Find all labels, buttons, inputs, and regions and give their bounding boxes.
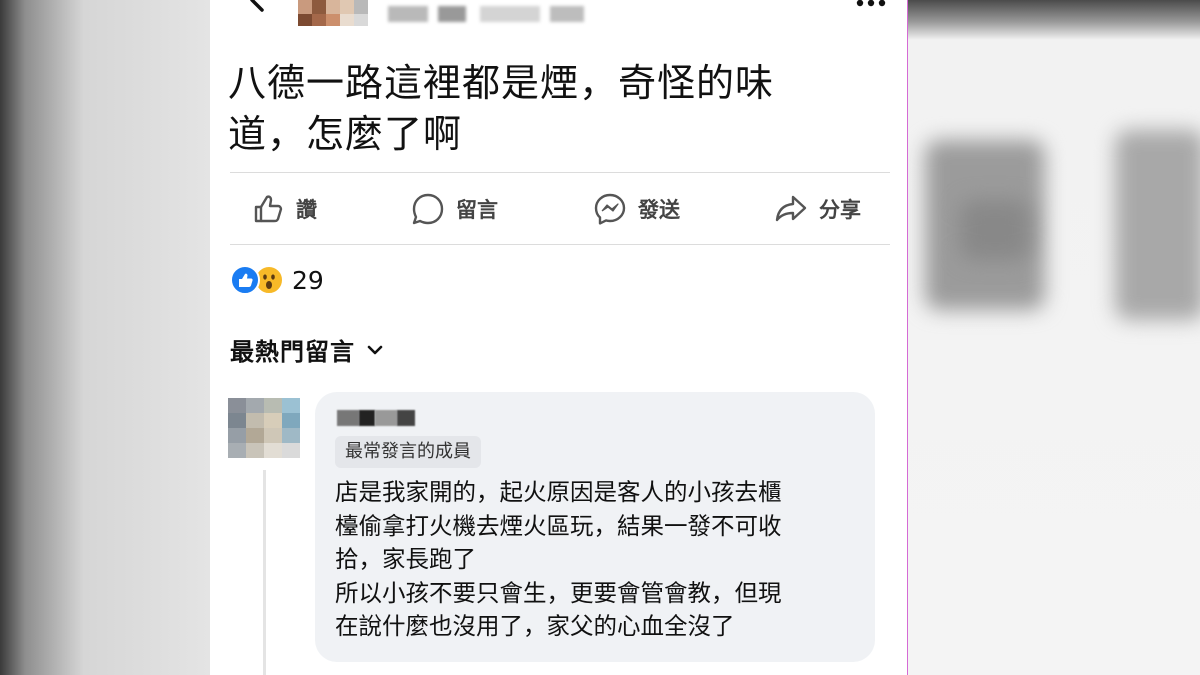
send-button[interactable]: 發送 xyxy=(592,174,680,244)
comment-text-line: 所以小孩不要只會生，更要會管會教，但現 xyxy=(335,578,782,607)
background-blur-shape xyxy=(960,200,1030,260)
like-button[interactable]: 讚 xyxy=(250,174,317,244)
messenger-icon xyxy=(594,193,626,225)
background-left xyxy=(0,0,210,675)
divider xyxy=(230,172,890,173)
send-label: 發送 xyxy=(638,198,680,222)
author-name-redacted xyxy=(480,6,540,22)
comment-button[interactable]: 留言 xyxy=(410,174,498,244)
post-text-line: 道，怎麼了啊 xyxy=(228,112,463,156)
comment-text-line: 拾，家長跑了 xyxy=(335,545,476,573)
thread-line xyxy=(263,470,266,675)
commenter-avatar[interactable] xyxy=(228,398,300,458)
author-name-redacted xyxy=(388,6,428,22)
post-text: 八德一路這裡都是煙，奇怪的味 道，怎麼了啊 xyxy=(228,58,868,160)
top-bar xyxy=(210,0,907,26)
share-label: 分享 xyxy=(819,198,861,222)
author-name-redacted xyxy=(550,6,584,22)
background-right xyxy=(908,0,1200,675)
top-contributor-badge: 最常發言的成員 xyxy=(335,436,481,468)
comments-sort-label: 最熱門留言 xyxy=(230,338,355,366)
share-button[interactable]: 分享 xyxy=(773,174,861,244)
reaction-count: 29 xyxy=(292,265,324,295)
commenter-name-redacted[interactable] xyxy=(337,408,415,426)
post-actions: 讚 留言 發送 分享 xyxy=(230,174,890,244)
back-icon[interactable] xyxy=(242,0,272,16)
comment-icon xyxy=(412,193,444,225)
share-icon xyxy=(775,195,807,222)
reactions-summary[interactable]: 29 xyxy=(230,264,324,296)
comment-text-line: 檯偷拿打火機去煙火區玩，結果一發不可收 xyxy=(335,511,782,540)
like-label: 讚 xyxy=(296,198,317,222)
comments-sort-dropdown[interactable]: 最熱門留言 xyxy=(230,332,385,367)
like-reaction-icon xyxy=(230,265,260,295)
comment-label: 留言 xyxy=(456,198,498,222)
comment-text-line: 店是我家開的，起火原因是客人的小孩去櫃 xyxy=(335,478,782,506)
divider xyxy=(230,244,890,245)
phone-screen: 八德一路這裡都是煙，奇怪的味 道，怎麼了啊 讚 留言 發送 分享 29 最熱門留… xyxy=(210,0,908,675)
chevron-down-icon xyxy=(367,345,383,354)
background-blur-shape xyxy=(1115,130,1200,320)
comment-text-line: 在說什麼也沒用了，家父的心血全沒了 xyxy=(335,612,735,640)
post-text-line: 八德一路這裡都是煙，奇怪的味 xyxy=(228,61,775,105)
comment-text: 店是我家開的，起火原因是客人的小孩去櫃 檯偷拿打火機去煙火區玩，結果一發不可收 … xyxy=(335,476,860,644)
author-avatar[interactable] xyxy=(298,0,368,26)
like-icon xyxy=(254,195,283,223)
comment-bubble[interactable]: 最常發言的成員 店是我家開的，起火原因是客人的小孩去櫃 檯偷拿打火機去煙火區玩，… xyxy=(315,392,875,662)
more-icon[interactable] xyxy=(854,0,890,10)
author-name-redacted xyxy=(438,6,466,22)
